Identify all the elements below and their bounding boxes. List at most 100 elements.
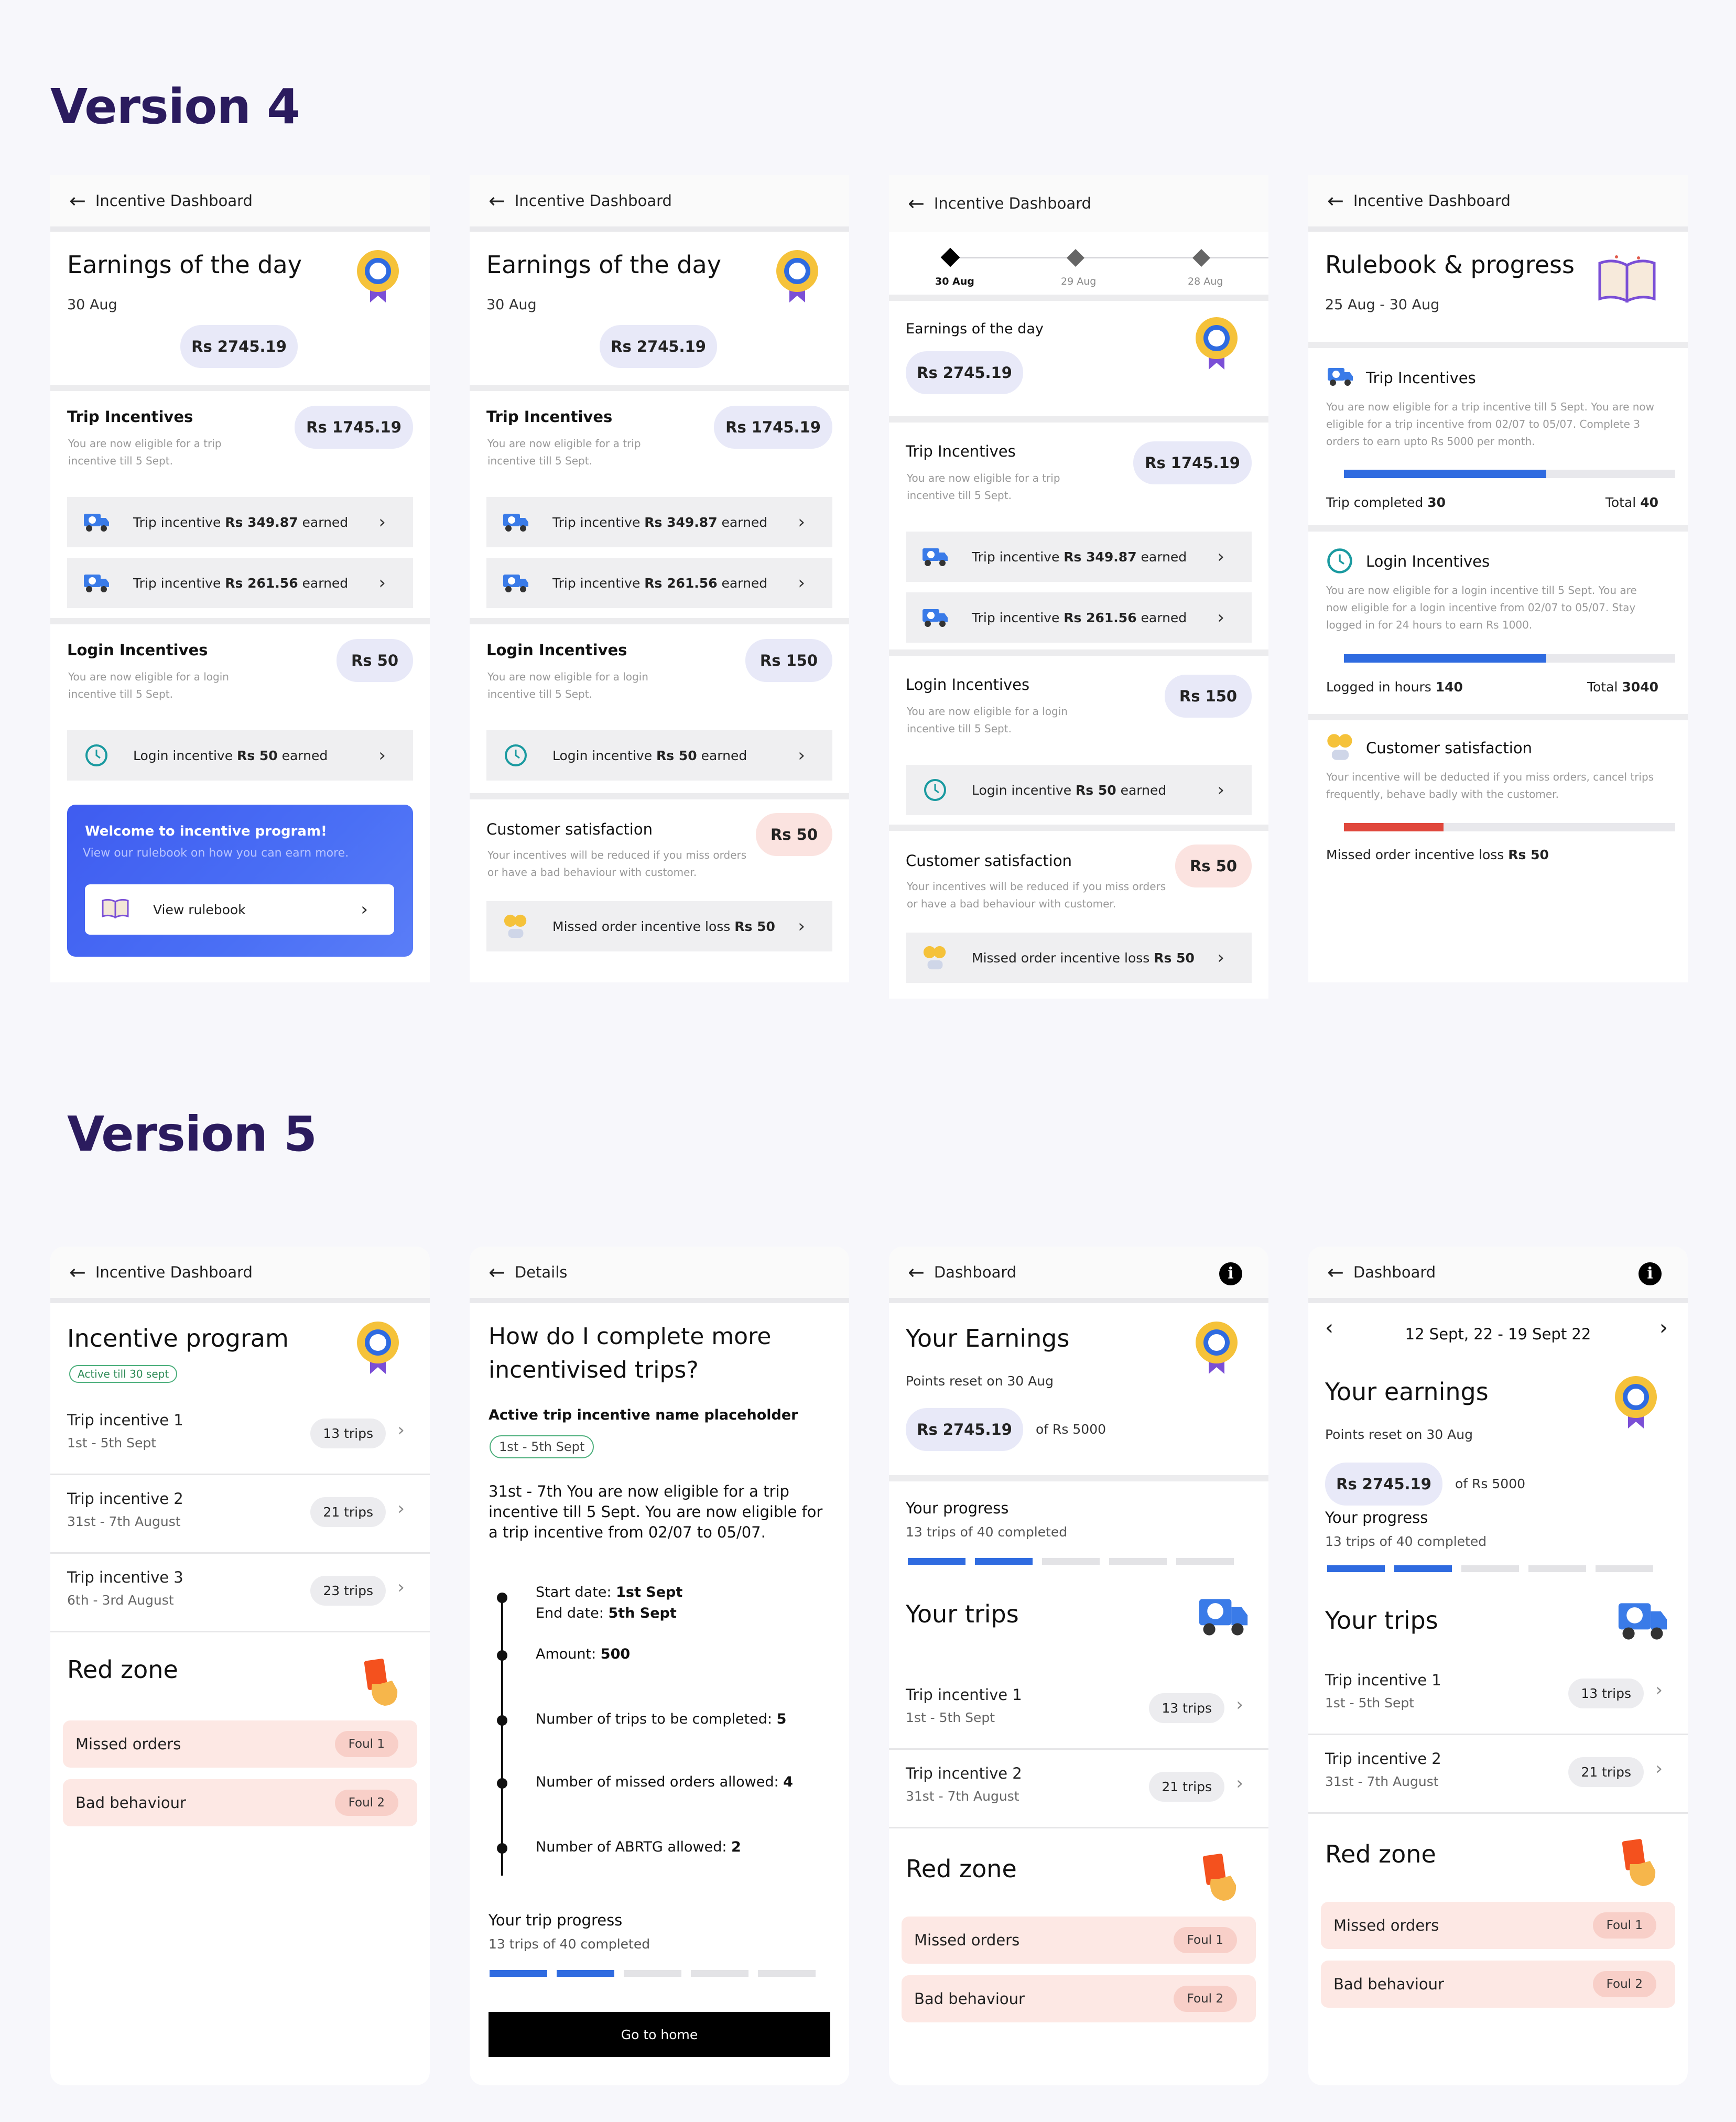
timeline-date: 29 Aug — [1061, 276, 1097, 287]
back-arrow-icon[interactable]: ← — [908, 193, 925, 213]
missed-orders-row[interactable]: Missed orders Foul 1 — [902, 1917, 1256, 1964]
trip-amount: Rs 1745.19 — [1133, 441, 1252, 484]
view-rulebook-button[interactable]: View rulebook › — [85, 884, 394, 935]
earnings-target: of Rs 5000 — [1036, 1422, 1106, 1437]
missed-orders-label: Missed orders — [914, 1931, 1020, 1949]
amount-value: 500 — [600, 1646, 631, 1662]
login-incentive-row[interactable]: Login incentive Rs 50 earned › — [67, 730, 413, 781]
progress-segment — [490, 1970, 547, 1977]
back-arrow-icon[interactable]: ← — [1327, 1262, 1344, 1282]
back-arrow-icon[interactable]: ← — [908, 1262, 925, 1282]
trip-incentives-title: Trip Incentives — [486, 408, 613, 426]
back-arrow-icon[interactable]: ← — [489, 1262, 505, 1282]
timeline-marker[interactable] — [1192, 249, 1210, 267]
info-icon[interactable]: i — [1639, 1262, 1662, 1285]
trip-incentive-row-1[interactable]: Trip incentive Rs 349.87 earned › — [906, 532, 1252, 582]
trip-incentive-row-2[interactable]: Trip incentive Rs 261.56 earned › — [906, 592, 1252, 643]
missed-allowed-value: 4 — [783, 1774, 793, 1790]
login-incentives-section: Login Incentives You are now eligible fo… — [50, 624, 430, 970]
start-end-dates: Start date: 1st Sept End date: 5th Sept — [536, 1582, 682, 1624]
trip-list-item[interactable]: Trip incentive 1 1st - 5th Sept 13 trips › — [50, 1396, 430, 1475]
foul-badge: Foul 2 — [1592, 1971, 1656, 1997]
red-zone-title: Red zone — [1325, 1840, 1436, 1868]
header-title: Dashboard — [934, 1263, 1017, 1281]
chevron-right-icon: › — [1655, 1758, 1663, 1779]
customer-satisfaction-section: Customer satisfaction Your incentives wi… — [470, 799, 849, 967]
go-to-home-button[interactable]: Go to home — [489, 2012, 830, 2057]
trip-list-item[interactable]: Trip incentive 1 1st - 5th Sept 13 trips › — [1308, 1657, 1688, 1735]
amount-line: Amount: 500 — [536, 1646, 630, 1662]
chevron-right-icon: › — [378, 512, 386, 533]
bad-behaviour-row[interactable]: Bad behaviour Foul 2 — [63, 1779, 417, 1826]
truck-icon — [1199, 1599, 1248, 1636]
login-incentive-row[interactable]: Login incentive Rs 50 earned › — [486, 730, 832, 781]
book-icon — [101, 897, 130, 922]
progress-subtitle: 13 trips of 40 completed — [906, 1524, 1068, 1540]
login-incentives-title: Login Incentives — [67, 641, 208, 659]
customer-faces-icon — [921, 945, 949, 971]
logged-hours-label: Logged in hours 140 — [1326, 679, 1463, 695]
progress-segment — [1109, 1558, 1167, 1565]
screen-v4-2: ← Incentive Dashboard Earnings of the day… — [470, 175, 849, 982]
row-value: Rs 261.56 — [644, 575, 718, 591]
active-badge: Active till 30 sept — [69, 1365, 178, 1383]
trip-list-item[interactable]: Trip incentive 2 31st - 7th August 21 trip… — [1308, 1735, 1688, 1814]
trip-list-item[interactable]: Trip incentive 2 31st - 7th August 21 trip… — [889, 1750, 1268, 1828]
missed-orders-row[interactable]: Missed orders Foul 1 — [63, 1720, 417, 1768]
chevron-right-icon: › — [1217, 947, 1224, 968]
chevron-right-icon: › — [1655, 1680, 1663, 1701]
logged-hours-text: Logged in hours — [1326, 679, 1431, 695]
trip-list-item[interactable]: Trip incentive 3 6th - 3rd August 23 trips… — [50, 1554, 430, 1632]
open-book-icon — [1598, 255, 1656, 303]
program-title: Incentive program — [67, 1324, 289, 1352]
clock-icon — [1326, 547, 1353, 577]
info-icon[interactable]: i — [1219, 1262, 1242, 1285]
truck-icon — [502, 512, 529, 533]
trip-incentive-row-2[interactable]: Trip incentive Rs 261.56 earned › — [486, 558, 832, 608]
missed-order-row[interactable]: Missed order incentive loss Rs 50 › — [486, 901, 832, 951]
trip-incentive-description: You are now eligible for a trip incentiv… — [1326, 400, 1654, 448]
chevron-right-icon[interactable]: › — [1659, 1316, 1668, 1340]
progress-segment — [1176, 1558, 1234, 1565]
missed-order-row[interactable]: Missed order incentive loss Rs 50 › — [906, 933, 1252, 983]
earnings-amount: Rs 2745.19 — [180, 325, 298, 368]
row-label: Trip incentive — [552, 514, 641, 530]
trip-count: 13 trips — [1149, 1693, 1224, 1723]
customer-satisfaction-text: Your incentives will be reduced if you m… — [487, 849, 747, 879]
customer-satisfaction-progress: Customer satisfaction Your incentive wil… — [1308, 720, 1688, 878]
missed-orders-row[interactable]: Missed orders Foul 1 — [1321, 1902, 1675, 1949]
header: ← Dashboard i — [889, 1247, 1268, 1303]
back-arrow-icon[interactable]: ← — [69, 1262, 86, 1282]
missed-order-loss-label: Missed order incentive loss Rs 50 — [1326, 847, 1549, 862]
row-value: Rs 50 — [656, 748, 697, 763]
timeline-marker-active[interactable] — [940, 247, 960, 267]
trip-incentive-row-1[interactable]: Trip incentive Rs 349.87 earned › — [67, 497, 413, 547]
trip-incentive-row-2[interactable]: Trip incentive Rs 261.56 earned › — [67, 558, 413, 608]
trip-list-item[interactable]: Trip incentive 2 31st - 7th August 21 trip… — [50, 1475, 430, 1554]
medal-icon — [1196, 1322, 1238, 1374]
back-arrow-icon[interactable]: ← — [489, 191, 505, 211]
trip-incentive-row-1[interactable]: Trip incentive Rs 349.87 earned › — [486, 497, 832, 547]
foul-badge: Foul 1 — [1173, 1927, 1237, 1953]
start-value: 1st Sept — [616, 1584, 683, 1600]
timeline-marker[interactable] — [1067, 249, 1084, 267]
clock-icon — [921, 778, 949, 802]
row-value: Rs 50 — [1076, 782, 1116, 798]
progress-segment — [908, 1558, 965, 1565]
red-zone-header: Red zone — [1308, 1814, 1688, 1902]
bad-behaviour-row[interactable]: Bad behaviour Foul 2 — [1321, 1961, 1675, 2008]
trip-list-item[interactable]: Trip incentive 1 1st - 5th Sept 13 trips › — [889, 1671, 1268, 1750]
back-arrow-icon[interactable]: ← — [69, 191, 86, 211]
row-suffix: earned — [1141, 610, 1187, 625]
red-zone-header: Red zone — [50, 1632, 430, 1720]
header-title: Incentive Dashboard — [1353, 192, 1511, 210]
truck-icon — [921, 607, 949, 628]
trip-eligibility-text: You are now eligible for a trip incentiv… — [907, 472, 1060, 502]
program-header: Incentive program Active till 30 sept — [50, 1303, 430, 1396]
progress-title: Your progress — [906, 1499, 1009, 1517]
clock-icon — [83, 743, 110, 767]
login-incentive-row[interactable]: Login incentive Rs 50 earned › — [906, 765, 1252, 815]
bad-behaviour-row[interactable]: Bad behaviour Foul 2 — [902, 1975, 1256, 2022]
truck-icon — [502, 572, 529, 593]
back-arrow-icon[interactable]: ← — [1327, 191, 1344, 211]
